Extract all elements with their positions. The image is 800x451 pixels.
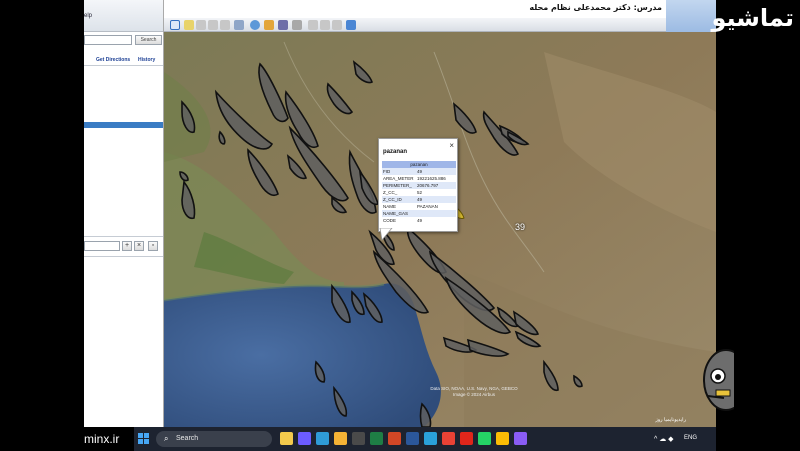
close-icon[interactable]: × <box>449 141 454 150</box>
attribute-value: 49 <box>416 168 456 175</box>
attribution-line: Image © 2024 Airbus <box>452 392 496 397</box>
add-button[interactable]: + <box>122 241 132 251</box>
sidebar-panel: elp Search Get Directions History + × ▫ <box>84 0 164 427</box>
table-header: pazanan <box>382 161 456 168</box>
attribute-key: FID <box>382 168 416 175</box>
print-icon[interactable] <box>320 20 330 30</box>
popup-pointer <box>379 228 393 241</box>
table-row: CODE 49 <box>382 217 456 224</box>
attribute-value: 19221625.886 <box>417 176 446 181</box>
file-explorer-icon[interactable] <box>280 432 293 445</box>
attribute-key: NAME <box>383 204 397 209</box>
info-popup: × pazanan pazanan FID 49 AREA_METER 192216… <box>378 138 458 232</box>
folder-icon[interactable] <box>334 432 347 445</box>
menu-bar: elp <box>84 0 163 32</box>
folder-icon[interactable]: ▫ <box>148 241 158 251</box>
mascot-character <box>703 349 734 411</box>
attribute-table: pazanan FID 49 AREA_METER 19221625.886 PER… <box>382 161 456 224</box>
tray-chevron-icon[interactable]: ^ ☁ ◆ <box>654 435 674 443</box>
map-status-bar: ﺭﺍﻳﺪﻳﻮﻧﺎﻳﻤﻴﺎ ﺭﻭﺯ <box>164 415 716 427</box>
imagery-attribution: Data SIO, NOAA, U.S. Navy, NGA, GEBCO Im… <box>428 386 520 398</box>
tab-history[interactable]: History <box>138 57 155 63</box>
attribute-value: 49 <box>416 196 456 203</box>
attribute-key: NAME_GAS <box>382 210 416 217</box>
chrome-icon[interactable] <box>442 432 455 445</box>
selected-list-item[interactable] <box>84 122 163 128</box>
attribute-value: 52 <box>417 190 423 195</box>
excel-icon[interactable] <box>370 432 383 445</box>
search-row: Search <box>84 33 163 47</box>
historical-imagery-icon[interactable] <box>250 20 260 30</box>
path-icon[interactable] <box>208 20 218 30</box>
save-image-icon[interactable] <box>332 20 342 30</box>
search-button[interactable]: Search <box>135 35 162 45</box>
map-toolbar <box>164 18 666 32</box>
attribute-value: PAZANAN <box>417 204 438 209</box>
placemark-icon[interactable] <box>184 20 194 30</box>
sidebar-toggle-icon[interactable] <box>170 20 180 30</box>
places-select[interactable] <box>84 241 120 251</box>
edge-icon[interactable] <box>316 432 329 445</box>
search-input[interactable] <box>84 35 132 45</box>
attribute-key: Z_CC_ID <box>382 196 416 203</box>
table-row: Z_CC_ID 49 <box>382 196 456 203</box>
layers-panel[interactable] <box>84 256 163 427</box>
overlay-icon[interactable] <box>220 20 230 30</box>
tab-get-directions[interactable]: Get Directions <box>96 57 130 63</box>
popup-title: pazanan <box>383 149 408 155</box>
instructor-caption: مدرس: دکتر محمدعلی نظام محله <box>529 3 662 12</box>
table-row: NAME PAZANAN <box>382 203 456 210</box>
language-indicator[interactable]: ENG <box>684 435 697 441</box>
taskbar-search-box[interactable]: ⌕ Search <box>156 431 272 447</box>
channel-logo: تماشیو <box>658 4 800 40</box>
powerpoint-icon[interactable] <box>388 432 401 445</box>
tour-icon[interactable] <box>234 20 244 30</box>
screen: elp Search Get Directions History + × ▫ … <box>0 0 800 451</box>
media-icon[interactable] <box>514 432 527 445</box>
attribute-value <box>416 210 456 217</box>
maps-icon[interactable] <box>346 20 356 30</box>
attribute-key: PERIMETER_ <box>382 182 416 189</box>
word-icon[interactable] <box>406 432 419 445</box>
list-controls: + × ▫ <box>84 240 163 252</box>
table-header-row: pazanan <box>382 161 456 168</box>
search-icon: ⌕ <box>164 434 169 443</box>
windows-start-icon[interactable] <box>138 433 150 445</box>
table-row: NAME_GAS <box>382 210 456 217</box>
tab-row: Get Directions History <box>84 56 163 66</box>
email-icon[interactable] <box>308 20 318 30</box>
places-list[interactable] <box>84 68 163 236</box>
table-row: Z_CC_ 52 <box>382 189 456 196</box>
taskbar-search-label: Search <box>176 435 199 442</box>
windows-taskbar: ⌕ Search ^ ☁ ◆ ENG <box>134 427 716 451</box>
chrome-alt-icon[interactable] <box>496 432 509 445</box>
copilot-icon[interactable] <box>298 432 311 445</box>
attribute-key: CODE <box>383 218 397 223</box>
status-text: ﺭﺍﻳﺪﻳﻮﻧﺎﻳﻤﻴﺎ ﺭﻭﺯ <box>655 417 686 423</box>
remove-button[interactable]: × <box>134 241 144 251</box>
logo-text: تماشیو <box>711 4 795 32</box>
map-label: 39 <box>515 222 526 232</box>
attribute-value: 49 <box>417 218 423 223</box>
whatsapp-icon[interactable] <box>478 432 491 445</box>
attribute-key: Z_CC_ <box>383 190 398 195</box>
planet-icon[interactable] <box>278 20 288 30</box>
telegram-icon[interactable] <box>424 432 437 445</box>
attribute-key: AREA_METER <box>383 176 414 181</box>
website-watermark: minx.ir <box>84 432 120 446</box>
opera-icon[interactable] <box>460 432 473 445</box>
calculator-icon[interactable] <box>352 432 365 445</box>
ruler-icon[interactable] <box>292 20 302 30</box>
table-row: AREA_METER 19221625.886 <box>382 175 456 182</box>
sun-icon[interactable] <box>264 20 274 30</box>
table-row: PERIMETER_ 20676.797 <box>382 182 456 189</box>
attribute-value: 20676.797 <box>416 182 456 189</box>
header-band: مدرس: دکتر محمدعلی نظام محله <box>164 0 716 18</box>
polygon-icon[interactable] <box>196 20 206 30</box>
panel-divider <box>84 236 163 237</box>
table-row: FID 49 <box>382 168 456 175</box>
menu-help[interactable]: elp <box>84 13 92 19</box>
